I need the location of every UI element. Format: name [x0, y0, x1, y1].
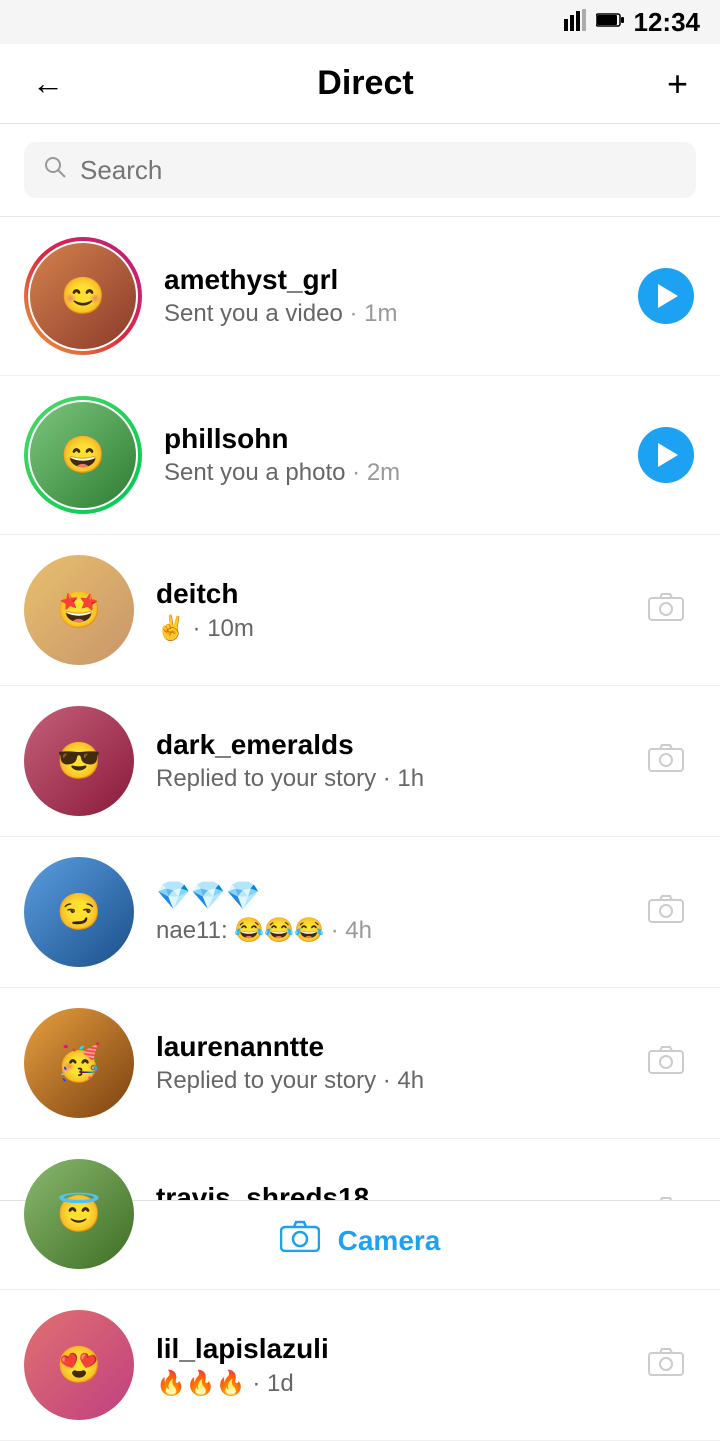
- message-preview: ✌️ · 10m: [156, 614, 636, 643]
- play-icon: [658, 284, 678, 308]
- camera-icon: [648, 894, 684, 931]
- message-content: lil_lapislazuli 🔥🔥🔥 · 1d: [156, 1333, 636, 1398]
- message-preview: 🔥🔥🔥 · 1d: [156, 1369, 636, 1398]
- new-message-button[interactable]: +: [659, 55, 696, 113]
- message-right: [636, 268, 696, 324]
- message-content: phillsohn Sent you a photo · 2m: [164, 423, 636, 487]
- search-input[interactable]: [80, 155, 676, 186]
- message-username: amethyst_grl: [164, 264, 636, 296]
- search-icon: [44, 156, 66, 184]
- message-content: deitch ✌️ · 10m: [156, 578, 636, 643]
- list-item[interactable]: 😍 lil_lapislazuli 🔥🔥🔥 · 1d: [0, 1290, 720, 1441]
- status-bar: 12:34: [0, 0, 720, 44]
- camera-icon: [648, 592, 684, 629]
- camera-icon: [648, 1347, 684, 1384]
- list-item[interactable]: 😊 amethyst_grl Sent you a video · 1m: [0, 217, 720, 376]
- message-right: [636, 1045, 696, 1082]
- message-preview: Sent you a photo · 2m: [164, 459, 636, 487]
- search-container: [0, 124, 720, 217]
- signal-icon: [564, 9, 586, 36]
- play-icon: [658, 443, 678, 467]
- message-right: [636, 743, 696, 780]
- message-username: dark_emeralds: [156, 729, 636, 761]
- page-title: Direct: [317, 64, 413, 103]
- search-bar[interactable]: [24, 142, 696, 198]
- message-preview: Replied to your story · 4h: [156, 1067, 636, 1095]
- message-content: dark_emeralds Replied to your story · 1h: [156, 729, 636, 793]
- message-username: laurenanntte: [156, 1031, 636, 1063]
- camera-icon: [648, 1045, 684, 1082]
- message-preview: Replied to your story · 1h: [156, 765, 636, 793]
- message-right: [636, 1347, 696, 1384]
- message-content: laurenanntte Replied to your story · 4h: [156, 1031, 636, 1095]
- list-item[interactable]: 😄 phillsohn Sent you a photo · 2m: [0, 376, 720, 535]
- message-preview: Sent you a video · 1m: [164, 300, 636, 328]
- message-username: deitch: [156, 578, 636, 610]
- list-item[interactable]: 😎 dark_emeralds Replied to your story · …: [0, 686, 720, 837]
- message-preview: nae11: 😂😂😂 · 4h: [156, 916, 636, 945]
- message-right: [636, 894, 696, 931]
- play-button[interactable]: [638, 268, 694, 324]
- list-item[interactable]: 😏 💎💎💎 nae11: 😂😂😂 · 4h: [0, 837, 720, 988]
- top-nav: ← Direct +: [0, 44, 720, 124]
- camera-label: Camera: [338, 1225, 441, 1257]
- play-button[interactable]: [638, 427, 694, 483]
- message-username: lil_lapislazuli: [156, 1333, 636, 1365]
- list-item[interactable]: 🥳 laurenanntte Replied to your story · 4…: [0, 988, 720, 1139]
- message-content: amethyst_grl Sent you a video · 1m: [164, 264, 636, 328]
- message-right: [636, 427, 696, 483]
- battery-icon: [596, 12, 624, 33]
- message-right: [636, 592, 696, 629]
- camera-icon: [648, 743, 684, 780]
- message-content: 💎💎💎 nae11: 😂😂😂 · 4h: [156, 879, 636, 945]
- message-username: 💎💎💎: [156, 879, 636, 912]
- status-time: 12:34: [634, 7, 701, 38]
- camera-bottom-icon: [280, 1219, 320, 1262]
- back-button[interactable]: ←: [24, 57, 72, 110]
- list-item[interactable]: 🤩 deitch ✌️ · 10m: [0, 535, 720, 686]
- message-username: phillsohn: [164, 423, 636, 455]
